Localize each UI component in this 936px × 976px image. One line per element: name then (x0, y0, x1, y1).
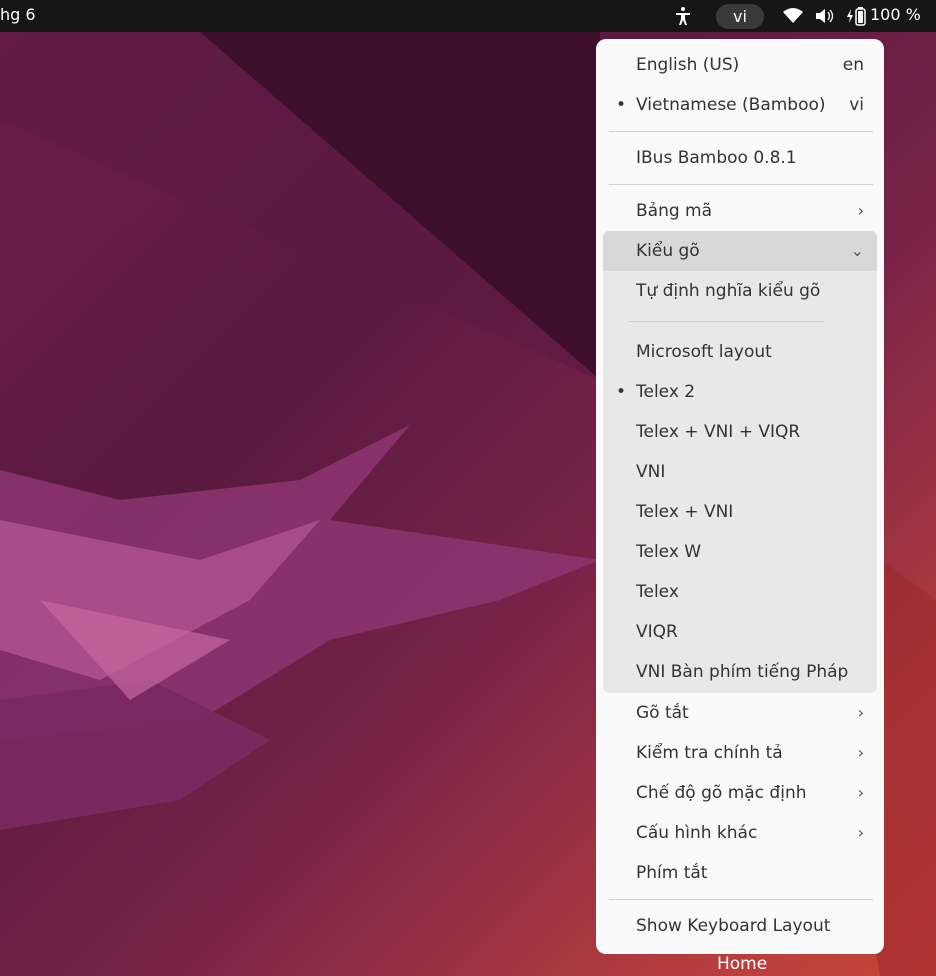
item-label: English (US) (636, 55, 740, 75)
item-code: vi (849, 95, 864, 115)
layout-option[interactable]: Telex + VNI (603, 492, 877, 532)
chevron-right-icon: › (857, 823, 864, 842)
input-method-indicator[interactable]: vi (716, 4, 764, 29)
layout-option[interactable]: Telex (603, 572, 877, 612)
layout-option[interactable]: VNI Bàn phím tiếng Pháp (603, 652, 877, 692)
clock[interactable]: hg 6 (0, 5, 36, 24)
item-label: Telex W (636, 542, 702, 562)
menu-item-custom-layout[interactable]: Tự định nghĩa kiểu gõ (603, 271, 877, 311)
item-label: Kiểm tra chính tả (636, 743, 783, 763)
chevron-down-icon: ⌄ (850, 241, 864, 260)
chevron-right-icon: › (857, 743, 864, 762)
item-label: IBus Bamboo 0.8.1 (636, 148, 797, 168)
separator (609, 184, 873, 185)
menu-item-english[interactable]: English (US) en (596, 45, 884, 85)
battery-charging-icon[interactable] (846, 6, 868, 26)
item-label: VNI (636, 462, 666, 482)
layout-option[interactable]: VNI (603, 452, 877, 492)
kieu-go-submenu: Kiểu gõ ⌄ Tự định nghĩa kiểu gõ Microsoft… (603, 231, 877, 693)
menu-item-phim-tat[interactable]: Phím tắt (596, 853, 884, 893)
item-label: Telex + VNI (636, 502, 734, 522)
item-label: Tự định nghĩa kiểu gõ (636, 281, 821, 301)
battery-percentage: 100 % (870, 5, 921, 24)
wifi-icon[interactable] (783, 7, 803, 25)
item-code: en (842, 55, 864, 75)
top-bar: hg 6 vi 100 % (0, 0, 936, 32)
item-label: Phím tắt (636, 863, 708, 883)
item-label: Cấu hình khác (636, 823, 758, 843)
item-label: VIQR (636, 622, 678, 642)
menu-item-engine[interactable]: IBus Bamboo 0.8.1 (596, 138, 884, 178)
item-label: Telex 2 (636, 382, 696, 402)
item-label: Telex + VNI + VIQR (636, 422, 801, 442)
menu-item-bang-ma[interactable]: Bảng mã › (596, 191, 884, 231)
separator (629, 321, 824, 322)
item-label: Vietnamese (Bamboo) (636, 95, 826, 115)
submenu-item[interactable]: Chế độ gõ mặc định › (596, 773, 884, 813)
menu-item-vietnamese[interactable]: • Vietnamese (Bamboo) vi (596, 85, 884, 125)
separator (609, 131, 873, 132)
separator (609, 899, 873, 900)
menu-item-show-keyboard-layout[interactable]: Show Keyboard Layout (596, 906, 884, 946)
selected-bullet-icon: • (616, 95, 627, 115)
volume-icon[interactable] (815, 7, 835, 25)
accessibility-icon[interactable] (673, 6, 693, 26)
layout-option[interactable]: Microsoft layout (603, 332, 877, 372)
submenu-item[interactable]: Gõ tắt › (596, 693, 884, 733)
item-label: Gõ tắt (636, 703, 689, 723)
menu-item-kieu-go[interactable]: Kiểu gõ ⌄ (603, 231, 877, 271)
submenu-item[interactable]: Cấu hình khác › (596, 813, 884, 853)
item-label: Kiểu gõ (636, 241, 700, 261)
layout-option[interactable]: • Telex 2 (603, 372, 877, 412)
layout-option[interactable]: Telex W (603, 532, 877, 572)
chevron-right-icon: › (857, 201, 864, 220)
layout-option[interactable]: VIQR (603, 612, 877, 652)
item-label: Microsoft layout (636, 342, 772, 362)
chevron-right-icon: › (857, 703, 864, 722)
item-label: Show Keyboard Layout (636, 916, 831, 936)
chevron-right-icon: › (857, 783, 864, 802)
item-label: VNI Bàn phím tiếng Pháp (636, 662, 849, 682)
layout-option[interactable]: Telex + VNI + VIQR (603, 412, 877, 452)
dock-home-label[interactable]: Home (717, 954, 767, 974)
item-label: Chế độ gõ mặc định (636, 783, 807, 803)
item-label: Telex (636, 582, 679, 602)
submenu-item[interactable]: Kiểm tra chính tả › (596, 733, 884, 773)
item-label: Bảng mã (636, 201, 713, 221)
selected-bullet-icon: • (616, 382, 627, 402)
input-method-menu: English (US) en • Vietnamese (Bamboo) vi IB… (596, 39, 884, 954)
